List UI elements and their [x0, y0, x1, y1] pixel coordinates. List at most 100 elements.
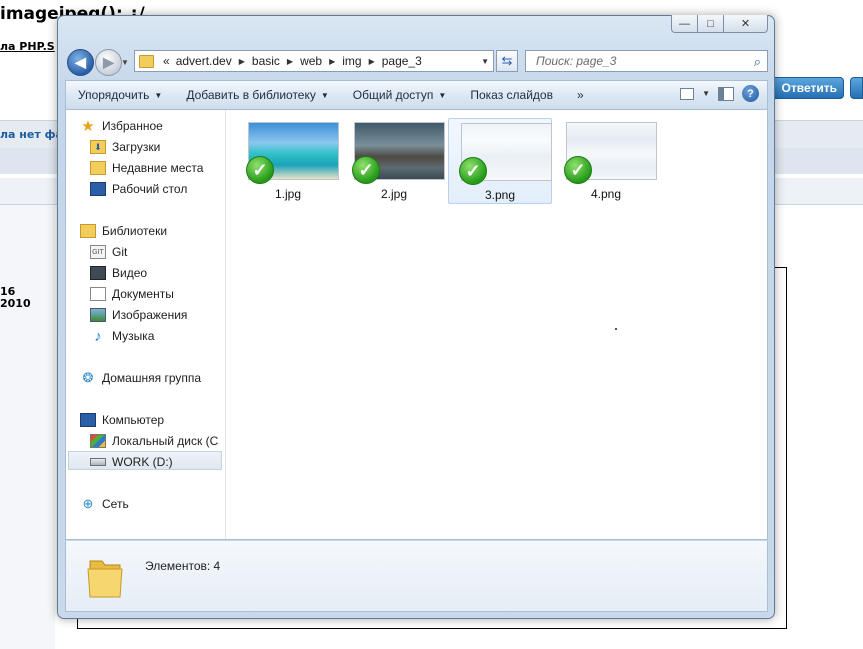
folder-icon	[139, 54, 154, 68]
file-item[interactable]: ✓ 4.png	[554, 118, 658, 204]
view-options-icon[interactable]	[680, 87, 695, 100]
nav-network-label: Сеть	[102, 497, 129, 511]
sync-check-icon: ✓	[459, 157, 487, 185]
share-label: Общий доступ	[352, 88, 434, 102]
nav-desktop-label: Рабочий стол	[112, 182, 188, 196]
add-to-library-label: Добавить в библиотеку	[186, 88, 316, 102]
star-icon: ★	[81, 118, 95, 135]
share-button[interactable]: Общий доступ ▼	[341, 88, 459, 102]
file-name: 1.jpg	[274, 187, 302, 201]
search-input[interactable]	[534, 53, 738, 69]
address-dropdown-icon[interactable]: ▼	[481, 57, 489, 66]
nav-local-disk-label: Локальный диск (C	[112, 434, 219, 448]
help-icon[interactable]: ?	[742, 85, 759, 102]
nav-libraries[interactable]: Библиотеки	[80, 224, 167, 238]
refresh-icon: ⇆	[501, 53, 513, 68]
file-list: ✓ 1.jpg ✓ 2.jpg ✓ 3.png ✓ 4.png	[226, 110, 767, 539]
back-arrow-icon: ◀	[75, 54, 86, 70]
nav-network[interactable]: ⊕ Сеть	[80, 496, 129, 511]
reply-button[interactable]: Ответить	[764, 77, 844, 99]
nav-video-label: Видео	[112, 266, 148, 280]
maximize-button[interactable]: □	[698, 15, 724, 33]
nav-git-label: Git	[112, 245, 128, 259]
window-controls: — □ ✕	[671, 15, 768, 33]
nav-images[interactable]: Изображения	[90, 308, 187, 322]
recent-places-icon	[90, 161, 106, 175]
nav-work-drive-label: WORK (D:)	[112, 455, 173, 469]
explorer-window: — □ ✕ ◀ ▶ ▼ « advert.dev ▶ basic ▶ web ▶…	[57, 15, 775, 619]
folder-icon	[87, 560, 123, 598]
nav-computer[interactable]: Компьютер	[80, 413, 164, 427]
details-pane: Элементов: 4	[65, 540, 768, 612]
nav-video[interactable]: Видео	[90, 266, 147, 280]
chevron-down-icon: ▼	[438, 90, 447, 100]
item-count: Элементов: 4	[145, 559, 221, 573]
nav-desktop[interactable]: Рабочий стол	[90, 182, 187, 196]
preview-pane-icon[interactable]	[718, 86, 734, 101]
nav-git[interactable]: GIT Git	[90, 245, 127, 259]
windows-drive-icon	[90, 434, 106, 448]
nav-documents-label: Документы	[112, 287, 174, 301]
address-chevron-icon[interactable]: ▶	[283, 57, 297, 66]
nav-work-drive[interactable]: WORK (D:)	[90, 455, 173, 469]
images-icon	[90, 308, 106, 322]
recent-pages-dropdown[interactable]: ▼	[121, 58, 129, 67]
sync-check-icon: ✓	[246, 156, 274, 184]
address-segment-basic[interactable]: basic	[249, 54, 283, 68]
address-bar[interactable]: « advert.dev ▶ basic ▶ web ▶ img ▶ page_…	[134, 50, 494, 72]
music-icon: ♪	[94, 327, 102, 345]
nav-images-label: Изображения	[112, 308, 188, 322]
background-value-2: 2010	[0, 297, 31, 310]
content-area: ★ Избранное ⬇ Загрузки Недавние места Ра…	[65, 110, 768, 540]
slideshow-button[interactable]: Показ слайдов	[458, 88, 565, 102]
downloads-icon: ⬇	[90, 140, 106, 154]
more-commands-button[interactable]: »	[565, 88, 596, 102]
background-page-link[interactable]: ла PHP.S	[0, 40, 55, 53]
address-segment-advert[interactable]: advert.dev	[173, 54, 235, 68]
reply-extra-button[interactable]	[850, 77, 863, 99]
sync-check-icon: ✓	[564, 156, 592, 184]
nav-music-label: Музыка	[112, 329, 155, 343]
address-segment-img[interactable]: img	[339, 54, 364, 68]
file-item[interactable]: ✓ 2.jpg	[342, 118, 446, 204]
nav-downloads[interactable]: ⬇ Загрузки	[90, 140, 160, 154]
search-box[interactable]: ⌕	[525, 50, 768, 72]
back-button[interactable]: ◀	[67, 49, 94, 76]
nav-documents[interactable]: Документы	[90, 287, 174, 301]
libraries-icon	[80, 224, 96, 238]
search-icon[interactable]: ⌕	[754, 54, 761, 70]
organize-label: Упорядочить	[78, 88, 150, 102]
address-chevron-icon[interactable]: ▶	[235, 57, 249, 66]
nav-local-disk[interactable]: Локальный диск (C	[90, 434, 218, 448]
address-chevron-icon[interactable]: ▶	[325, 57, 339, 66]
git-library-icon: GIT	[90, 245, 106, 259]
file-item[interactable]: ✓ 1.jpg	[236, 118, 340, 204]
add-to-library-button[interactable]: Добавить в библиотеку ▼	[174, 88, 340, 102]
nav-recent[interactable]: Недавние места	[90, 161, 203, 175]
nav-homegroup[interactable]: ❂ Домашняя группа	[80, 370, 202, 385]
sync-check-icon: ✓	[352, 156, 380, 184]
address-segment-web[interactable]: web	[297, 54, 325, 68]
nav-recent-label: Недавние места	[112, 161, 204, 175]
nav-downloads-label: Загрузки	[112, 140, 161, 154]
forward-arrow-icon: ▶	[103, 54, 114, 70]
chevron-down-icon: ▼	[320, 90, 329, 100]
video-icon	[90, 266, 106, 280]
computer-icon	[80, 413, 96, 427]
organize-button[interactable]: Упорядочить ▼	[66, 88, 174, 102]
file-item-selected[interactable]: ✓ 3.png	[448, 118, 552, 204]
forward-button[interactable]: ▶	[95, 49, 122, 76]
nav-homegroup-label: Домашняя группа	[102, 371, 202, 385]
address-chevron-icon[interactable]: ▶	[365, 57, 379, 66]
view-dropdown-icon[interactable]: ▼	[702, 89, 710, 98]
refresh-button[interactable]: ⇆	[496, 50, 518, 72]
homegroup-icon: ❂	[82, 370, 94, 385]
background-left-column	[0, 205, 55, 649]
nav-music[interactable]: ♪ Музыка	[90, 327, 155, 345]
nav-favorites[interactable]: ★ Избранное	[80, 118, 163, 135]
close-button[interactable]: ✕	[724, 15, 768, 33]
minimize-button[interactable]: —	[671, 15, 698, 33]
address-segment-page3[interactable]: page_3	[379, 54, 425, 68]
network-icon: ⊕	[82, 496, 94, 511]
address-overflow[interactable]: «	[160, 54, 173, 68]
